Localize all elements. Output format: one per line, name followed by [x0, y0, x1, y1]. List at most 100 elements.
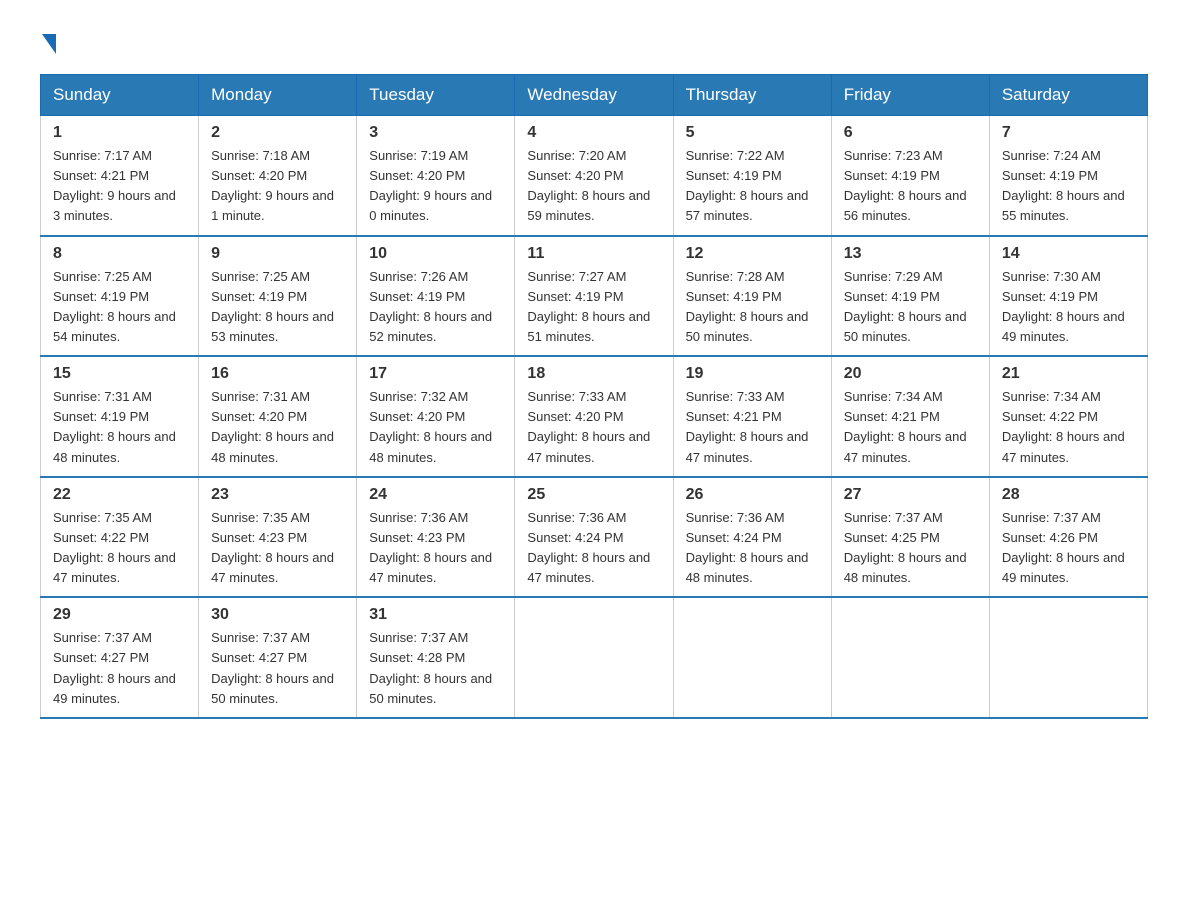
day-info: Sunrise: 7:25 AMSunset: 4:19 PMDaylight:…	[53, 267, 186, 348]
day-number: 9	[211, 245, 344, 263]
calendar-cell: 12 Sunrise: 7:28 AMSunset: 4:19 PMDaylig…	[673, 236, 831, 357]
day-info: Sunrise: 7:26 AMSunset: 4:19 PMDaylight:…	[369, 267, 502, 348]
calendar-cell: 24 Sunrise: 7:36 AMSunset: 4:23 PMDaylig…	[357, 477, 515, 598]
day-info: Sunrise: 7:37 AMSunset: 4:28 PMDaylight:…	[369, 628, 502, 709]
calendar-header-tuesday: Tuesday	[357, 75, 515, 116]
day-info: Sunrise: 7:22 AMSunset: 4:19 PMDaylight:…	[686, 146, 819, 227]
day-info: Sunrise: 7:34 AMSunset: 4:22 PMDaylight:…	[1002, 387, 1135, 468]
calendar-cell: 31 Sunrise: 7:37 AMSunset: 4:28 PMDaylig…	[357, 597, 515, 718]
day-info: Sunrise: 7:31 AMSunset: 4:19 PMDaylight:…	[53, 387, 186, 468]
day-number: 4	[527, 124, 660, 142]
day-number: 20	[844, 365, 977, 383]
day-number: 7	[1002, 124, 1135, 142]
day-number: 5	[686, 124, 819, 142]
calendar-cell: 6 Sunrise: 7:23 AMSunset: 4:19 PMDayligh…	[831, 116, 989, 236]
day-number: 15	[53, 365, 186, 383]
day-number: 29	[53, 606, 186, 624]
calendar-cell: 11 Sunrise: 7:27 AMSunset: 4:19 PMDaylig…	[515, 236, 673, 357]
calendar-header-sunday: Sunday	[41, 75, 199, 116]
day-info: Sunrise: 7:37 AMSunset: 4:25 PMDaylight:…	[844, 508, 977, 589]
logo-arrow-icon	[42, 34, 56, 54]
day-number: 6	[844, 124, 977, 142]
day-info: Sunrise: 7:28 AMSunset: 4:19 PMDaylight:…	[686, 267, 819, 348]
calendar-week-3: 15 Sunrise: 7:31 AMSunset: 4:19 PMDaylig…	[41, 356, 1148, 477]
day-info: Sunrise: 7:17 AMSunset: 4:21 PMDaylight:…	[53, 146, 186, 227]
calendar-week-1: 1 Sunrise: 7:17 AMSunset: 4:21 PMDayligh…	[41, 116, 1148, 236]
day-info: Sunrise: 7:23 AMSunset: 4:19 PMDaylight:…	[844, 146, 977, 227]
calendar-header-wednesday: Wednesday	[515, 75, 673, 116]
day-info: Sunrise: 7:36 AMSunset: 4:24 PMDaylight:…	[527, 508, 660, 589]
day-info: Sunrise: 7:31 AMSunset: 4:20 PMDaylight:…	[211, 387, 344, 468]
calendar-cell: 20 Sunrise: 7:34 AMSunset: 4:21 PMDaylig…	[831, 356, 989, 477]
calendar-cell: 10 Sunrise: 7:26 AMSunset: 4:19 PMDaylig…	[357, 236, 515, 357]
calendar-cell: 5 Sunrise: 7:22 AMSunset: 4:19 PMDayligh…	[673, 116, 831, 236]
day-number: 31	[369, 606, 502, 624]
calendar-header-row: SundayMondayTuesdayWednesdayThursdayFrid…	[41, 75, 1148, 116]
calendar-header-saturday: Saturday	[989, 75, 1147, 116]
day-info: Sunrise: 7:36 AMSunset: 4:23 PMDaylight:…	[369, 508, 502, 589]
calendar-cell: 21 Sunrise: 7:34 AMSunset: 4:22 PMDaylig…	[989, 356, 1147, 477]
day-info: Sunrise: 7:30 AMSunset: 4:19 PMDaylight:…	[1002, 267, 1135, 348]
calendar-header-thursday: Thursday	[673, 75, 831, 116]
calendar-cell	[831, 597, 989, 718]
logo	[40, 30, 56, 54]
day-number: 30	[211, 606, 344, 624]
day-info: Sunrise: 7:27 AMSunset: 4:19 PMDaylight:…	[527, 267, 660, 348]
day-number: 3	[369, 124, 502, 142]
calendar-cell: 14 Sunrise: 7:30 AMSunset: 4:19 PMDaylig…	[989, 236, 1147, 357]
calendar-cell: 26 Sunrise: 7:36 AMSunset: 4:24 PMDaylig…	[673, 477, 831, 598]
day-info: Sunrise: 7:18 AMSunset: 4:20 PMDaylight:…	[211, 146, 344, 227]
day-info: Sunrise: 7:20 AMSunset: 4:20 PMDaylight:…	[527, 146, 660, 227]
calendar-cell: 27 Sunrise: 7:37 AMSunset: 4:25 PMDaylig…	[831, 477, 989, 598]
day-info: Sunrise: 7:25 AMSunset: 4:19 PMDaylight:…	[211, 267, 344, 348]
day-info: Sunrise: 7:29 AMSunset: 4:19 PMDaylight:…	[844, 267, 977, 348]
calendar-week-5: 29 Sunrise: 7:37 AMSunset: 4:27 PMDaylig…	[41, 597, 1148, 718]
day-info: Sunrise: 7:35 AMSunset: 4:23 PMDaylight:…	[211, 508, 344, 589]
day-number: 18	[527, 365, 660, 383]
day-info: Sunrise: 7:37 AMSunset: 4:26 PMDaylight:…	[1002, 508, 1135, 589]
calendar-header-monday: Monday	[199, 75, 357, 116]
calendar-table: SundayMondayTuesdayWednesdayThursdayFrid…	[40, 74, 1148, 719]
day-number: 22	[53, 486, 186, 504]
day-info: Sunrise: 7:37 AMSunset: 4:27 PMDaylight:…	[53, 628, 186, 709]
calendar-cell: 13 Sunrise: 7:29 AMSunset: 4:19 PMDaylig…	[831, 236, 989, 357]
day-info: Sunrise: 7:36 AMSunset: 4:24 PMDaylight:…	[686, 508, 819, 589]
calendar-cell: 23 Sunrise: 7:35 AMSunset: 4:23 PMDaylig…	[199, 477, 357, 598]
calendar-cell: 1 Sunrise: 7:17 AMSunset: 4:21 PMDayligh…	[41, 116, 199, 236]
calendar-cell: 16 Sunrise: 7:31 AMSunset: 4:20 PMDaylig…	[199, 356, 357, 477]
calendar-cell: 22 Sunrise: 7:35 AMSunset: 4:22 PMDaylig…	[41, 477, 199, 598]
day-number: 23	[211, 486, 344, 504]
calendar-week-2: 8 Sunrise: 7:25 AMSunset: 4:19 PMDayligh…	[41, 236, 1148, 357]
calendar-cell: 8 Sunrise: 7:25 AMSunset: 4:19 PMDayligh…	[41, 236, 199, 357]
day-number: 2	[211, 124, 344, 142]
day-info: Sunrise: 7:37 AMSunset: 4:27 PMDaylight:…	[211, 628, 344, 709]
calendar-cell: 19 Sunrise: 7:33 AMSunset: 4:21 PMDaylig…	[673, 356, 831, 477]
calendar-cell: 3 Sunrise: 7:19 AMSunset: 4:20 PMDayligh…	[357, 116, 515, 236]
calendar-cell: 30 Sunrise: 7:37 AMSunset: 4:27 PMDaylig…	[199, 597, 357, 718]
calendar-cell: 18 Sunrise: 7:33 AMSunset: 4:20 PMDaylig…	[515, 356, 673, 477]
day-number: 10	[369, 245, 502, 263]
day-number: 25	[527, 486, 660, 504]
day-number: 11	[527, 245, 660, 263]
day-number: 1	[53, 124, 186, 142]
day-number: 8	[53, 245, 186, 263]
day-number: 21	[1002, 365, 1135, 383]
day-info: Sunrise: 7:24 AMSunset: 4:19 PMDaylight:…	[1002, 146, 1135, 227]
day-number: 17	[369, 365, 502, 383]
day-number: 26	[686, 486, 819, 504]
day-info: Sunrise: 7:35 AMSunset: 4:22 PMDaylight:…	[53, 508, 186, 589]
calendar-cell: 17 Sunrise: 7:32 AMSunset: 4:20 PMDaylig…	[357, 356, 515, 477]
day-info: Sunrise: 7:32 AMSunset: 4:20 PMDaylight:…	[369, 387, 502, 468]
day-number: 14	[1002, 245, 1135, 263]
calendar-cell	[673, 597, 831, 718]
calendar-cell: 2 Sunrise: 7:18 AMSunset: 4:20 PMDayligh…	[199, 116, 357, 236]
day-info: Sunrise: 7:19 AMSunset: 4:20 PMDaylight:…	[369, 146, 502, 227]
calendar-cell: 29 Sunrise: 7:37 AMSunset: 4:27 PMDaylig…	[41, 597, 199, 718]
day-number: 16	[211, 365, 344, 383]
calendar-week-4: 22 Sunrise: 7:35 AMSunset: 4:22 PMDaylig…	[41, 477, 1148, 598]
calendar-cell	[989, 597, 1147, 718]
calendar-header-friday: Friday	[831, 75, 989, 116]
page-header	[40, 30, 1148, 54]
calendar-cell: 9 Sunrise: 7:25 AMSunset: 4:19 PMDayligh…	[199, 236, 357, 357]
day-number: 13	[844, 245, 977, 263]
